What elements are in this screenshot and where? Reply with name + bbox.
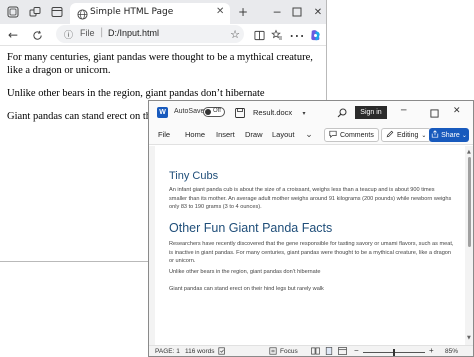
comment-icon <box>329 130 337 140</box>
word-count[interactable]: 116 words <box>185 348 215 355</box>
print-layout-icon[interactable] <box>325 347 333 356</box>
share-chevron-icon: ⌄ <box>461 132 467 139</box>
copilot-icon[interactable] <box>308 28 322 42</box>
url-field[interactable]: ⓘ File | D:/Input.html ☆ <box>56 25 244 43</box>
maximize-icon[interactable] <box>427 106 441 120</box>
browser-tab-active[interactable]: Simple HTML Page ✕ <box>70 3 230 24</box>
zoom-slider-thumb[interactable] <box>393 349 395 356</box>
close-window-icon[interactable]: ✕ <box>453 106 461 116</box>
paragraph-stand-erect: Giant pandas can stand erect on their hi… <box>169 286 324 292</box>
close-window-icon[interactable]: ✕ <box>311 5 325 19</box>
paragraph-researchers: Researchers have recently discovered tha… <box>169 241 454 264</box>
menu-home[interactable]: Home <box>185 130 205 139</box>
paragraph-tiny-cubs: An infant giant panda cub is about the s… <box>169 187 452 210</box>
zoom-out-icon[interactable]: − <box>354 346 359 355</box>
back-arrow-icon[interactable]: ← <box>6 28 20 42</box>
minimize-icon[interactable]: ─ <box>401 106 406 116</box>
browser-tab-bar: Simple HTML Page ✕ + ─ ✕ <box>0 0 326 24</box>
chevron-down-icon: ⌄ <box>421 132 427 139</box>
toggle-knob <box>205 109 211 115</box>
maximize-icon[interactable] <box>290 5 304 19</box>
share-icon <box>431 130 439 140</box>
document-page[interactable]: Tiny Cubs An infant giant panda cub is a… <box>155 146 465 346</box>
autosave-label: AutoSave <box>174 108 205 115</box>
word-status-bar: PAGE: 1 116 words Focus − + 85% <box>149 345 473 356</box>
favorite-star-icon[interactable]: ☆ <box>228 27 242 41</box>
word-ribbon-tabs: File Home Insert Draw Layout ⌄ Comments … <box>149 125 473 145</box>
web-layout-icon[interactable] <box>338 347 347 356</box>
more-options-icon[interactable]: ⋯ <box>289 26 305 45</box>
focus-label[interactable]: Focus <box>280 348 298 355</box>
address-bar: ← ⓘ File | D:/Input.html ☆ ⋯ <box>0 24 326 46</box>
heading-tiny-cubs: Tiny Cubs <box>169 170 219 182</box>
page-paragraph-2: Unlike other bears in the region, giant … <box>7 88 265 99</box>
url-separator: | <box>100 27 104 38</box>
share-label: Share <box>441 131 460 139</box>
read-mode-icon[interactable] <box>311 347 320 356</box>
menu-draw[interactable]: Draw <box>245 130 263 139</box>
refresh-icon[interactable] <box>30 28 44 42</box>
menu-file[interactable]: File <box>158 130 170 139</box>
url-text[interactable]: D:/Input.html <box>108 28 159 38</box>
menu-layout[interactable]: Layout <box>272 130 295 139</box>
more-ribbon-icon[interactable]: ⌄ <box>302 128 316 142</box>
new-tab-icon[interactable]: + <box>236 5 250 19</box>
document-canvas: Tiny Cubs An infant giant panda cub is a… <box>149 146 473 346</box>
comments-label: Comments <box>340 131 374 139</box>
scroll-up-icon[interactable]: ▲ <box>467 149 471 155</box>
word-window: W AutoSave Off Result.docx ▾ Sign in ─ ✕… <box>148 100 474 357</box>
info-icon[interactable]: ⓘ <box>64 28 73 41</box>
pencil-icon <box>386 130 394 140</box>
save-icon[interactable] <box>233 106 247 120</box>
browser-profile-icon[interactable] <box>6 5 20 19</box>
paragraph-hibernate: Unlike other bears in the region, giant … <box>169 269 321 275</box>
document-title[interactable]: Result.docx <box>253 108 292 117</box>
tab-title: Simple HTML Page <box>90 7 174 17</box>
tab-actions-icon[interactable] <box>50 5 64 19</box>
editing-mode-button[interactable]: Editing ⌄ <box>381 128 432 142</box>
title-dropdown-icon[interactable]: ▾ <box>297 106 311 120</box>
scroll-down-icon[interactable]: ▼ <box>467 335 471 341</box>
menu-insert[interactable]: Insert <box>216 130 235 139</box>
editing-label: Editing <box>397 131 419 139</box>
comments-button[interactable]: Comments <box>324 128 379 142</box>
page-indicator[interactable]: PAGE: 1 <box>155 348 180 355</box>
share-button[interactable]: Share ⌄ <box>429 128 469 142</box>
autosave-state: Off <box>213 108 221 114</box>
globe-icon <box>75 7 89 21</box>
heading-other-facts: Other Fun Giant Panda Facts <box>169 221 333 235</box>
sign-in-button[interactable]: Sign in <box>355 106 387 119</box>
word-title-bar: W AutoSave Off Result.docx ▾ Sign in ─ ✕ <box>149 101 473 125</box>
scrollbar-thumb[interactable] <box>468 157 471 247</box>
minimize-icon[interactable]: ─ <box>270 5 284 19</box>
tab-close-icon[interactable]: ✕ <box>216 6 224 17</box>
favorites-icon[interactable] <box>270 28 284 42</box>
page-paragraph-1: For many centuries, giant pandas were th… <box>7 52 313 76</box>
vertical-scrollbar[interactable]: ▲ ▼ <box>467 149 473 341</box>
workspaces-icon[interactable] <box>28 5 42 19</box>
search-icon[interactable] <box>335 106 349 120</box>
proofing-icon[interactable] <box>218 347 226 356</box>
split-screen-icon[interactable] <box>252 28 266 42</box>
focus-icon[interactable] <box>269 347 277 356</box>
word-logo-icon: W <box>157 107 168 118</box>
zoom-in-icon[interactable]: + <box>429 346 434 355</box>
zoom-level[interactable]: 85% <box>445 348 458 355</box>
url-scheme-label: File <box>80 28 95 38</box>
